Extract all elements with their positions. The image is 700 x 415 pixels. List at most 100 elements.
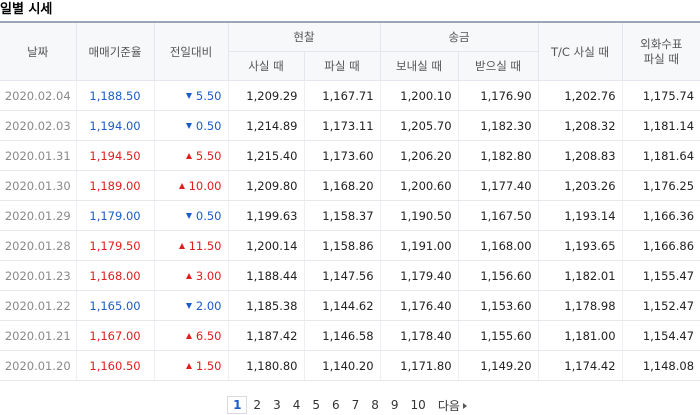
section-title: 일별 시세 (0, 2, 53, 17)
cell-change: 1.50 (153, 350, 228, 381)
cell-cash-sell: 1,167.71 (303, 80, 381, 111)
triangle-down-icon (185, 92, 192, 99)
table-header: 날짜 매매기준율 전일대비 현찰 송금 T/C 사실 때 외화수표 파실 때 사… (0, 21, 700, 81)
cell-change: 0.50 (153, 110, 228, 141)
cell-foreign-check: 1,155.47 (621, 260, 700, 291)
page-link-7[interactable]: 7 (346, 398, 366, 412)
cell-cash-sell: 1,173.11 (303, 110, 381, 141)
cell-change-value: 6.50 (195, 328, 222, 343)
page-link-6[interactable]: 6 (326, 398, 346, 412)
cell-transfer-send: 1,171.80 (379, 350, 459, 381)
cell-cash-sell: 1,158.86 (303, 230, 381, 261)
cell-transfer-receive: 1,167.50 (457, 200, 539, 231)
cell-base-rate: 1,188.50 (75, 80, 154, 111)
cell-foreign-check: 1,166.36 (621, 200, 700, 231)
cell-date: 2020.02.03 (0, 110, 76, 141)
header-change: 전일대비 (153, 21, 228, 81)
cell-cash-buy: 1,185.38 (227, 290, 304, 321)
page-link-5[interactable]: 5 (306, 398, 326, 412)
cell-transfer-send: 1,176.40 (379, 290, 459, 321)
cell-change-value: 11.50 (188, 238, 222, 253)
table-row: 2020.01.23 1,168.00 3.00 1,188.44 1,147.56 1,… (0, 260, 700, 291)
cell-transfer-receive: 1,176.90 (457, 80, 539, 111)
cell-tc-buy: 1,174.42 (537, 350, 623, 381)
header-transfer-receive: 받으실 때 (457, 51, 539, 81)
cell-tc-buy: 1,202.76 (537, 80, 623, 111)
cell-date: 2020.01.31 (0, 140, 76, 171)
page-link-8[interactable]: 8 (365, 398, 385, 412)
cell-transfer-receive: 1,156.60 (457, 260, 539, 291)
cell-foreign-check: 1,181.14 (621, 110, 700, 141)
cell-transfer-receive: 1,155.60 (457, 320, 539, 351)
header-date: 날짜 (0, 21, 76, 81)
daily-rates-panel: 일별 시세 날짜 매매기준율 전일대비 현찰 송금 T/C 사실 때 외화수표 … (0, 0, 700, 415)
page-link-10[interactable]: 10 (405, 398, 432, 412)
cell-transfer-send: 1,205.70 (379, 110, 459, 141)
cell-change: 11.50 (153, 230, 228, 261)
cell-transfer-receive: 1,177.40 (457, 170, 539, 201)
page-link-9[interactable]: 9 (385, 398, 405, 412)
cell-change-value: 1.50 (195, 358, 222, 373)
cell-change-value: 10.00 (188, 178, 222, 193)
cell-change-value: 0.50 (195, 118, 222, 133)
cell-change-value: 3.00 (195, 268, 222, 283)
table-body: 2020.02.04 1,188.50 5.50 1,209.29 1,167.71 1,… (0, 80, 700, 381)
table-row: 2020.02.04 1,188.50 5.50 1,209.29 1,167.71 1,… (0, 80, 700, 111)
cell-tc-buy: 1,193.65 (537, 230, 623, 261)
cell-cash-sell: 1,140.20 (303, 350, 381, 381)
next-page-label: 다음 (437, 398, 460, 413)
cell-foreign-check: 1,181.64 (621, 140, 700, 171)
cell-cash-buy: 1,215.40 (227, 140, 304, 171)
triangle-up-icon (185, 152, 192, 159)
triangle-up-icon (178, 242, 185, 249)
cell-foreign-check: 1,166.86 (621, 230, 700, 261)
table-row: 2020.01.21 1,167.00 6.50 1,187.42 1,146.58 1,… (0, 320, 700, 351)
table-row: 2020.01.28 1,179.50 11.50 1,200.14 1,158.86 1… (0, 230, 700, 261)
cell-foreign-check: 1,175.74 (621, 80, 700, 111)
next-page-link[interactable]: 다음 (432, 397, 473, 414)
header-cash-sell: 파실 때 (303, 51, 381, 81)
cell-transfer-receive: 1,153.60 (457, 290, 539, 321)
header-cash-buy: 사실 때 (227, 51, 304, 81)
cell-transfer-send: 1,206.20 (379, 140, 459, 171)
cell-tc-buy: 1,208.32 (537, 110, 623, 141)
cell-date: 2020.01.29 (0, 200, 76, 231)
page-link-1[interactable]: 1 (227, 396, 248, 414)
page-link-3[interactable]: 3 (267, 398, 287, 412)
cell-transfer-receive: 1,149.20 (457, 350, 539, 381)
daily-rates-table: 날짜 매매기준율 전일대비 현찰 송금 T/C 사실 때 외화수표 파실 때 사… (0, 21, 700, 381)
cell-base-rate: 1,189.00 (75, 170, 154, 201)
cell-change: 5.50 (153, 80, 228, 111)
cell-foreign-check: 1,176.25 (621, 170, 700, 201)
header-cash: 현찰 (227, 21, 381, 52)
cell-tc-buy: 1,203.26 (537, 170, 623, 201)
cell-foreign-check: 1,148.08 (621, 350, 700, 381)
cell-cash-sell: 1,147.56 (303, 260, 381, 291)
cell-change: 6.50 (153, 320, 228, 351)
cell-cash-sell: 1,158.37 (303, 200, 381, 231)
cell-base-rate: 1,168.00 (75, 260, 154, 291)
cell-tc-buy: 1,208.83 (537, 140, 623, 171)
triangle-down-icon (185, 212, 192, 219)
cell-change-value: 5.50 (195, 88, 222, 103)
table-row: 2020.01.29 1,179.00 0.50 1,199.63 1,158.37 1,… (0, 200, 700, 231)
cell-base-rate: 1,179.50 (75, 230, 154, 261)
cell-change-value: 2.00 (195, 298, 222, 313)
cell-change: 10.00 (153, 170, 228, 201)
cell-transfer-send: 1,200.10 (379, 80, 459, 111)
cell-transfer-send: 1,190.50 (379, 200, 459, 231)
cell-base-rate: 1,165.00 (75, 290, 154, 321)
cell-cash-sell: 1,146.58 (303, 320, 381, 351)
page-link-2[interactable]: 2 (247, 398, 267, 412)
cell-cash-buy: 1,214.89 (227, 110, 304, 141)
cell-base-rate: 1,160.50 (75, 350, 154, 381)
header-foreign-check-label: 외화수표 파실 때 (640, 36, 683, 66)
table-row: 2020.01.31 1,194.50 5.50 1,215.40 1,173.60 1,… (0, 140, 700, 171)
cell-cash-buy: 1,180.80 (227, 350, 304, 381)
cell-cash-buy: 1,209.29 (227, 80, 304, 111)
cell-change: 5.50 (153, 140, 228, 171)
page-link-4[interactable]: 4 (287, 398, 307, 412)
cell-cash-buy: 1,209.80 (227, 170, 304, 201)
cell-date: 2020.01.22 (0, 290, 76, 321)
table-row: 2020.01.22 1,165.00 2.00 1,185.38 1,144.62 1,… (0, 290, 700, 321)
